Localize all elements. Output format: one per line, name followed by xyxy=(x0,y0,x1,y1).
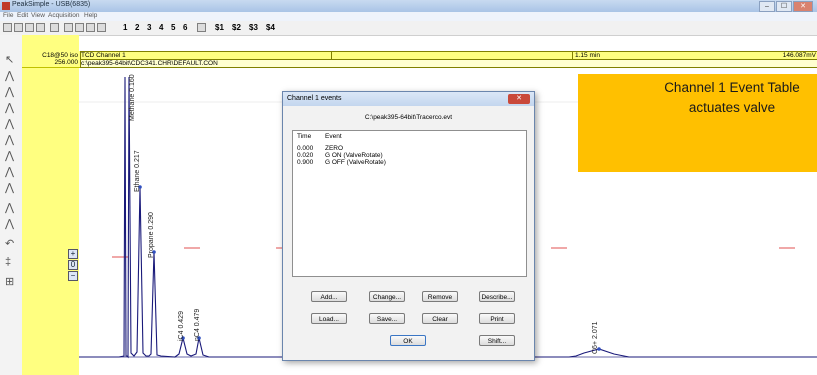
method-label: C18@50 iso xyxy=(42,52,78,59)
baseline-tool-icon[interactable]: ⋀ xyxy=(5,71,14,82)
time-readout: 1.15 min xyxy=(575,52,600,59)
shift-button[interactable]: Shift... xyxy=(479,335,515,346)
dialog-close-button[interactable]: ✕ xyxy=(508,94,530,104)
peak-label-ic4: iC4 0.429 xyxy=(178,311,185,341)
open-folder-icon[interactable] xyxy=(14,23,23,32)
channel-4-button[interactable]: 4 xyxy=(159,23,163,32)
dialog-title: Channel 1 events xyxy=(287,95,342,102)
new-file-icon[interactable] xyxy=(3,23,12,32)
event-name: G ON (ValveRotate) xyxy=(325,152,383,159)
label-tool-icon[interactable]: ⋀ xyxy=(5,219,14,230)
tangent-tool-icon[interactable]: ⋀ xyxy=(5,103,14,114)
callout-text: Channel 1 Event Table actuates valve xyxy=(664,80,800,115)
channel-side-panel xyxy=(22,35,79,375)
save-disk-icon[interactable] xyxy=(25,23,34,32)
describe-button[interactable]: Describe... xyxy=(479,291,515,302)
channel-3-button[interactable]: 3 xyxy=(147,23,151,32)
close-window-button[interactable]: ✕ xyxy=(793,1,813,12)
window-title: PeakSimple - USB(6835) xyxy=(12,1,91,8)
area-tool-icon[interactable]: ⋀ xyxy=(5,183,14,194)
minimize-button[interactable]: – xyxy=(759,1,775,12)
set-2-button[interactable]: $2 xyxy=(232,23,241,32)
ok-button[interactable]: OK xyxy=(390,335,426,346)
set-1-button[interactable]: $1 xyxy=(215,23,224,32)
channel-1-button[interactable]: 1 xyxy=(123,23,127,32)
title-bar xyxy=(0,0,817,12)
add-button[interactable]: Add... xyxy=(311,291,347,302)
zoom-out-icon[interactable]: − xyxy=(68,271,78,281)
scale-label: 256.000 xyxy=(54,59,79,66)
menu-bar: File Edit View Acquisition Help xyxy=(0,12,817,21)
event-name: ZERO xyxy=(325,145,344,152)
event-name: G OFF (ValveRotate) xyxy=(325,159,386,166)
pointer-icon[interactable]: ↖ xyxy=(5,55,14,66)
window-controls: – ☐ ✕ xyxy=(759,1,813,12)
set-3-button[interactable]: $3 xyxy=(249,23,258,32)
event-list[interactable]: Time Event 0.000 ZERO 0.020 G ON (ValveR… xyxy=(292,130,527,277)
app-icon xyxy=(2,2,10,10)
menu-view[interactable]: View xyxy=(31,12,45,19)
print-button[interactable]: Print xyxy=(479,313,515,324)
split-tool-icon[interactable]: ⋀ xyxy=(5,151,14,162)
save-button[interactable]: Save... xyxy=(369,313,405,324)
join-tool-icon[interactable]: ⋀ xyxy=(5,167,14,178)
menu-file[interactable]: File xyxy=(3,12,13,19)
channel-2-button[interactable]: 2 xyxy=(135,23,139,32)
load-button[interactable]: Load... xyxy=(311,313,347,324)
peak-label-ethane: Ethane 0.217 xyxy=(134,150,141,192)
skim-tool-icon[interactable]: ⋀ xyxy=(5,135,14,146)
event-time: 0.020 xyxy=(297,152,314,159)
clear-button[interactable]: Clear xyxy=(422,313,458,324)
time-column-header: Time xyxy=(297,133,312,140)
grid-icon[interactable] xyxy=(197,23,206,32)
maximize-button[interactable]: ☐ xyxy=(776,1,792,12)
channel-5-button[interactable]: 5 xyxy=(171,23,175,32)
spectrum-icon[interactable]: ⊞ xyxy=(5,277,14,288)
peak-label-methane: Methane 0.160 xyxy=(129,74,136,121)
undo-icon[interactable]: ↶ xyxy=(5,239,14,250)
menu-help[interactable]: Help xyxy=(84,12,97,19)
change-button[interactable]: Change... xyxy=(369,291,405,302)
event-file-path: C:\peak395-64bit\Tracerco.evt xyxy=(364,114,453,121)
annotation-callout: Channel 1 Event Table actuates valve xyxy=(578,74,817,172)
drop-tool-icon[interactable]: ⋀ xyxy=(5,119,14,130)
set-4-button[interactable]: $4 xyxy=(266,23,275,32)
tool-palette: ↖ ⋀ ⋀ ⋀ ⋀ ⋀ ⋀ ⋀ ⋀ ⋀ ⋀ ↶ ‡ ⊞ xyxy=(0,35,23,375)
valley-tool-icon[interactable]: ⋀ xyxy=(5,87,14,98)
event-time: 0.000 xyxy=(297,145,314,152)
calibration-icon[interactable] xyxy=(97,23,106,32)
channel-events-dialog: Channel 1 events ✕ C:\peak395-64bit\Trac… xyxy=(282,91,535,361)
overlay-icon[interactable] xyxy=(86,23,95,32)
peak-tool-icon[interactable]: ⋀ xyxy=(5,203,14,214)
peak-label-nc4: nC4 0.479 xyxy=(194,308,201,341)
channel-6-button[interactable]: 6 xyxy=(183,23,187,32)
open-chrom-icon[interactable] xyxy=(36,23,45,32)
menu-edit[interactable]: Edit xyxy=(17,12,28,19)
results-icon[interactable] xyxy=(75,23,84,32)
signal-readout: 146.087mV xyxy=(782,52,816,59)
grid-marks-icon[interactable]: ‡ xyxy=(5,257,11,268)
event-time: 0.900 xyxy=(297,159,314,166)
print-icon[interactable] xyxy=(50,23,59,32)
zoom-reset-icon[interactable]: 0 xyxy=(68,260,78,270)
event-column-header: Event xyxy=(325,133,342,140)
integration-icon[interactable] xyxy=(64,23,73,32)
zoom-in-icon[interactable]: + xyxy=(68,249,78,259)
toolbar: 1 2 3 4 5 6 $1 $2 $3 $4 xyxy=(0,21,817,36)
peak-label-c6plus: C6+ 2.071 xyxy=(592,321,599,355)
remove-button[interactable]: Remove xyxy=(422,291,458,302)
peak-label-propane: Propane 0.290 xyxy=(148,212,155,258)
menu-acquisition[interactable]: Acquisition xyxy=(48,12,79,19)
